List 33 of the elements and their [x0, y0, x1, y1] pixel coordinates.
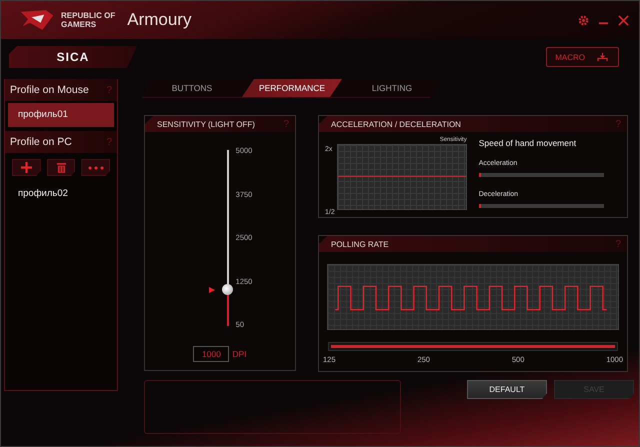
trash-icon [56, 162, 66, 173]
pointer-icon [208, 287, 215, 294]
window-title: Armoury [127, 10, 192, 30]
panel-title: SENSITIVITY (LIGHT OFF) [157, 120, 255, 128]
panel-title: POLLING RATE [331, 240, 389, 248]
delete-button[interactable] [46, 159, 76, 176]
slider-track[interactable] [478, 204, 604, 208]
action-button[interactable]: DEFAULT [467, 380, 547, 399]
tab[interactable]: BUTTONS [142, 79, 242, 97]
section-heading: Speed of hand movement [478, 138, 578, 148]
section-title: Profile on Mouse [10, 84, 89, 96]
unit-label: DPI [232, 349, 247, 359]
tab[interactable]: LIGHTING [342, 79, 442, 97]
macro-button[interactable]: MACRO [546, 47, 619, 67]
dots-icon [88, 166, 104, 170]
slider-handle[interactable] [222, 284, 233, 296]
device-name: SICA [56, 50, 90, 64]
brand-text: REPUBLIC OF [61, 11, 116, 20]
dpi-input-field[interactable]: 1000 [193, 346, 230, 362]
close-icon[interactable] [618, 14, 629, 26]
profile-item[interactable]: профиль01 [8, 103, 114, 127]
polling-slider-track[interactable] [328, 342, 618, 351]
settings-icon[interactable] [578, 14, 589, 26]
add-button[interactable] [12, 159, 41, 176]
macro-icon [595, 52, 610, 62]
tab[interactable]: PERFORMANCE [242, 79, 342, 97]
slider-track[interactable] [478, 173, 604, 177]
brand-text: GAMERS [61, 20, 98, 29]
profile-item[interactable]: профиль02 [8, 182, 114, 206]
plus-icon [20, 162, 32, 173]
section-title: Profile on PC [10, 136, 72, 148]
panel-title: ACCELERATION / DECELERATION [331, 120, 461, 128]
more-button[interactable] [81, 159, 110, 176]
